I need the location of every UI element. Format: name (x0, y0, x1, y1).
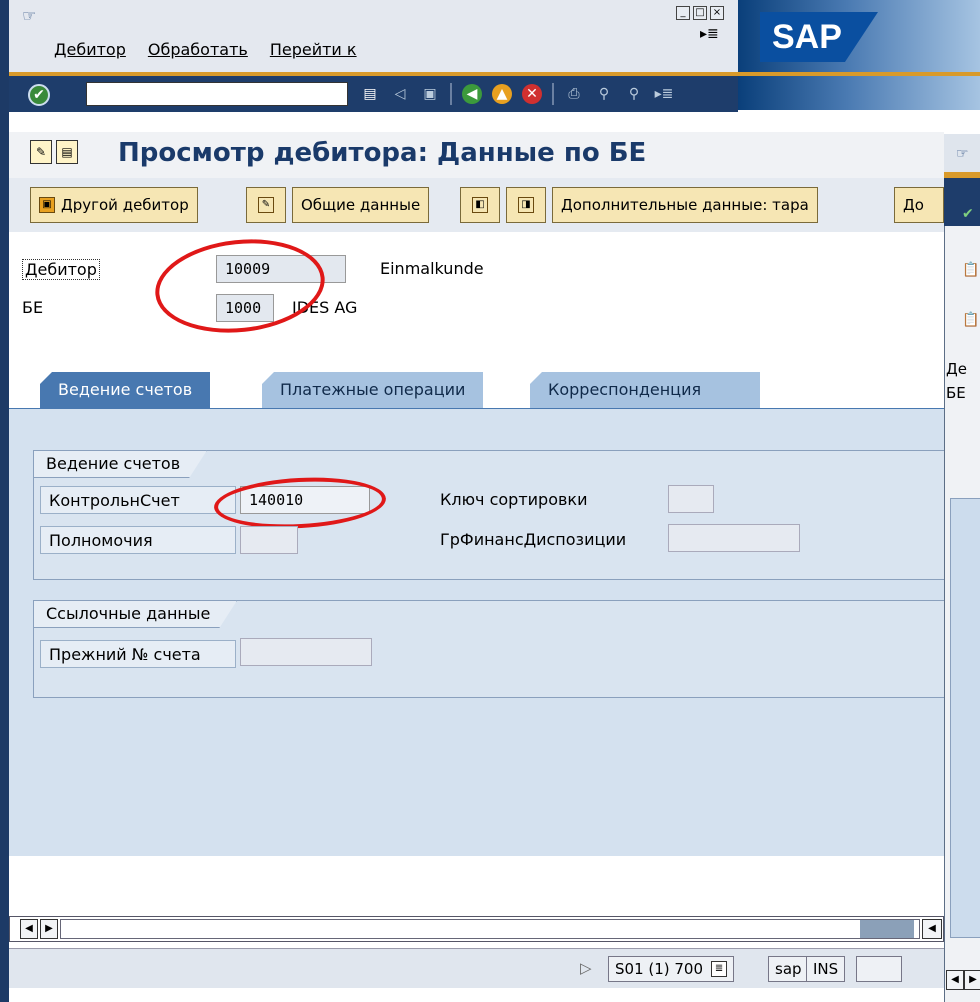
control-account-label: КонтрольнСчет (40, 486, 236, 514)
next-page-icon: ◨ (518, 197, 534, 213)
object-icon[interactable]: ▤ (56, 140, 78, 164)
system-info-icon[interactable]: ≣ (711, 961, 728, 977)
planning-group-field[interactable] (668, 524, 800, 552)
scroll-right-icon[interactable]: ▶ (40, 919, 58, 939)
scrollbar-track[interactable] (60, 919, 920, 939)
window-left-border (0, 0, 9, 1002)
previous-account-field[interactable] (240, 638, 372, 666)
exit-icon[interactable]: ▲ (492, 84, 512, 104)
menu-item-debtor[interactable]: Дебитор (54, 40, 126, 59)
system-menu-icon: ☞ (956, 146, 969, 162)
planning-group-label: ГрФинансДиспозиции (440, 530, 627, 549)
debtor-name: Einmalkunde (380, 259, 484, 278)
authorization-field[interactable] (240, 526, 298, 554)
tab-payment-transactions[interactable]: Платежные операции (262, 372, 484, 408)
toolbar-separator (552, 83, 554, 105)
maximize-icon[interactable]: □ (693, 6, 707, 20)
toolbar-separator (450, 83, 452, 105)
window-controls: _ □ × (676, 6, 724, 20)
scroll-right-icon[interactable]: ▶ (964, 970, 980, 990)
control-account-field[interactable]: 140010 (240, 486, 370, 514)
sap-window: ☞ ✔ 📋 📋 Де БЕ ☞ Дебитор Обработать Перей… (0, 0, 980, 1002)
enter-icon[interactable]: ✔ (28, 84, 50, 106)
more-button[interactable]: До (894, 187, 944, 223)
general-data-button[interactable]: Общие данные (292, 187, 430, 223)
back-arrow-icon[interactable]: ◁ (390, 84, 410, 104)
display-icon: 📋 (962, 262, 980, 278)
glasses-pencil-icon: ✎ (258, 197, 274, 213)
previous-account-label: Прежний № счета (40, 640, 236, 668)
insert-mode[interactable]: INS (806, 956, 846, 982)
status-expand-icon[interactable]: ▷ (574, 956, 604, 982)
scroll-left-icon[interactable]: ◀ (922, 919, 942, 939)
scroll-left-icon[interactable]: ◀ (946, 970, 964, 990)
other-debtor-icon: 📋 (962, 312, 980, 328)
header-area (9, 232, 944, 362)
status-empty-cell (856, 956, 902, 982)
menu: Дебитор Обработать Перейти к (54, 40, 357, 59)
menu-item-goto[interactable]: Перейти к (270, 40, 357, 59)
display-change-icon[interactable]: ✎ (30, 140, 52, 164)
company-name: IDES AG (292, 298, 358, 317)
title-icons: ✎ ▤ (30, 140, 80, 166)
bg-be-label: БЕ (946, 384, 966, 402)
bg-debtor-label: Де (946, 360, 967, 378)
previous-page-button[interactable]: ◧ (460, 187, 500, 223)
command-field[interactable] (86, 82, 348, 106)
save-icon[interactable]: ▣ (420, 84, 440, 104)
minimize-icon[interactable]: _ (676, 6, 690, 20)
debtor-label: Дебитор (22, 259, 100, 280)
sort-key-field[interactable] (668, 485, 714, 513)
tab-account-management[interactable]: Ведение счетов (40, 372, 211, 408)
next-page-button[interactable]: ◨ (506, 187, 546, 223)
other-debtor-icon: ▣ (39, 197, 55, 213)
system-info[interactable]: S01 (1) 700 ≣ (608, 956, 735, 982)
enter-icon: ✔ (962, 206, 974, 222)
toolbar-gap (9, 112, 980, 132)
close-icon[interactable]: × (710, 6, 724, 20)
back-icon[interactable]: ◀ (462, 84, 482, 104)
switch-display-button[interactable]: ✎ (246, 187, 286, 223)
system-menu-icon[interactable]: ☞ (22, 6, 36, 25)
authorization-label: Полномочия (40, 526, 236, 554)
cancel-icon[interactable]: ✕ (522, 84, 542, 104)
other-debtor-button[interactable]: ▣ Другой дебитор (30, 187, 198, 223)
previous-page-icon: ◧ (472, 197, 488, 213)
page-title: Просмотр дебитора: Данные по БЕ (118, 138, 647, 168)
tab-correspondence[interactable]: Корреспонденция (530, 372, 760, 408)
customize-layout-icon[interactable]: ▸≣ (700, 26, 719, 42)
account-management-group-title: Ведение счетов (33, 450, 207, 478)
additional-data-button[interactable]: Дополнительные данные: тара (552, 187, 818, 223)
layout-menu-icon[interactable]: ▸≣ (654, 84, 674, 104)
sort-key-label: Ключ сортировки (440, 490, 588, 509)
background-window-panel (950, 498, 980, 938)
menu-item-edit[interactable]: Обработать (148, 40, 248, 59)
toolbar-icons: ▤ ◁ ▣ ◀ ▲ ✕ ⎙ ⚲ ⚲ ▸≣ (360, 83, 674, 105)
scrollbar-thumb[interactable] (860, 920, 914, 938)
history-icon[interactable]: ▤ (360, 84, 380, 104)
debtor-field[interactable]: 10009 (216, 255, 346, 283)
scroll-left-icon[interactable]: ◀ (20, 919, 38, 939)
find-icon[interactable]: ⚲ (594, 84, 614, 104)
company-code-label: БЕ (22, 298, 44, 317)
print-icon[interactable]: ⎙ (564, 84, 584, 104)
server-name: sap (768, 956, 809, 982)
find-next-icon[interactable]: ⚲ (624, 84, 644, 104)
reference-data-group-title: Ссылочные данные (33, 600, 237, 628)
company-code-field[interactable]: 1000 (216, 294, 274, 322)
